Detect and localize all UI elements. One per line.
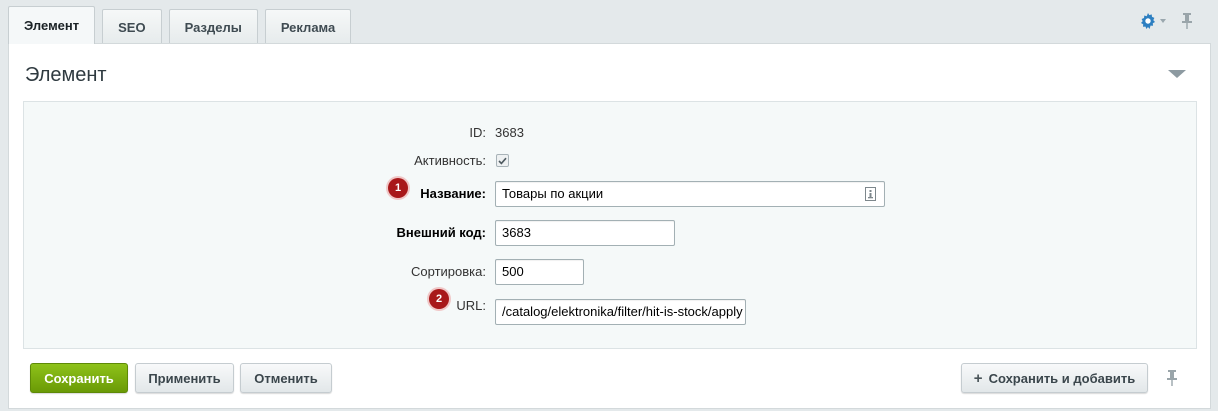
url-value: /catalog/elektronika/filter/hit-is-stock… (502, 304, 743, 319)
external-code-input[interactable]: 3683 (495, 220, 675, 246)
sort-value: 500 (502, 264, 524, 279)
save-button[interactable]: Сохранить (30, 363, 128, 393)
form-footer: Сохранить Применить Отменить + Сохранить… (9, 350, 1210, 410)
tab-advertising[interactable]: Реклама (264, 9, 352, 44)
active-label: Активность: (414, 153, 486, 168)
field-row-name: 1 Название: Товары по акции (24, 178, 1196, 207)
save-and-add-button[interactable]: + Сохранить и добавить (961, 363, 1148, 393)
field-row-sort: Сортировка: 500 (24, 259, 1196, 285)
element-form: ID: 3683 Активность: 1 Название: Товары … (23, 101, 1197, 349)
hint-badge: 1 (388, 178, 408, 198)
external-code-value: 3683 (502, 225, 531, 240)
settings-menu-button[interactable] (1140, 13, 1166, 29)
field-row-url: 2 URL: /catalog/elektronika/filter/hit-i… (24, 289, 1196, 325)
name-input[interactable]: Товары по акции (495, 181, 885, 207)
url-input[interactable]: /catalog/elektronika/filter/hit-is-stock… (495, 299, 746, 325)
apply-button[interactable]: Применить (135, 363, 234, 393)
tab-element[interactable]: Элемент (8, 6, 96, 44)
gear-icon (1141, 13, 1155, 29)
url-label: URL: (456, 298, 486, 313)
name-value: Товары по акции (502, 186, 604, 201)
tab-tools (1140, 13, 1192, 29)
translit-icon[interactable] (865, 187, 876, 201)
pin-icon[interactable] (1182, 13, 1192, 29)
sort-label: Сортировка: (411, 264, 486, 279)
pin-icon[interactable] (1167, 370, 1177, 386)
chevron-down-icon (1160, 19, 1166, 23)
collapse-arrow-icon[interactable] (1168, 70, 1186, 78)
panel-title: Элемент (25, 64, 107, 86)
element-panel: Элемент ID: 3683 Активность: 1 Название:… (8, 43, 1211, 409)
id-label: ID: (469, 125, 486, 140)
external-code-label: Внешний код: (396, 225, 486, 240)
tab-seo[interactable]: SEO (102, 9, 162, 44)
hint-badge: 2 (429, 289, 449, 309)
sort-input[interactable]: 500 (495, 259, 584, 285)
name-label: Название: (420, 186, 486, 201)
tab-bar: Элемент SEO Разделы Реклама (8, 6, 358, 44)
save-and-add-label: Сохранить и добавить (988, 370, 1136, 386)
field-row-external-code: Внешний код: 3683 (24, 220, 1196, 246)
tab-sections[interactable]: Разделы (168, 9, 258, 44)
field-row-id: ID: 3683 (24, 120, 1196, 146)
cancel-button[interactable]: Отменить (240, 363, 332, 393)
plus-icon: + (973, 369, 983, 387)
check-icon (498, 157, 507, 165)
id-value: 3683 (495, 125, 524, 140)
field-row-active: Активность: (24, 148, 1196, 174)
active-checkbox[interactable] (496, 154, 509, 167)
